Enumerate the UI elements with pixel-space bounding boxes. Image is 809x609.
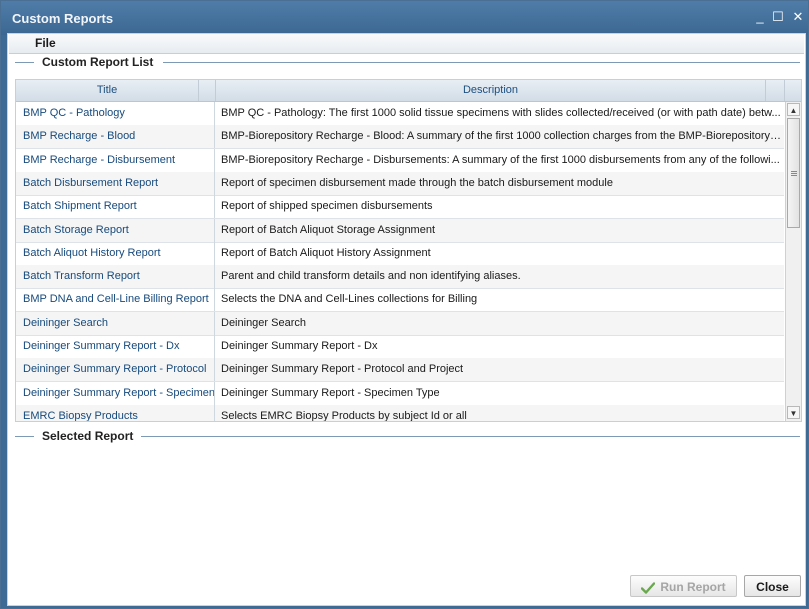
row-description: Report of specimen disbursement made thr…: [221, 176, 613, 189]
table-row[interactable]: EMRC Biopsy Products Selects EMRC Biopsy …: [16, 404, 784, 421]
row-description: Report of shipped specimen disbursements: [221, 200, 433, 213]
row-description: BMP QC - Pathology: The first 1000 solid…: [221, 107, 781, 119]
table-row[interactable]: Batch Aliquot History Report Report of Ba…: [16, 241, 784, 266]
row-description: Deininger Search: [221, 316, 306, 329]
close-window-icon[interactable]: ✕: [790, 9, 806, 25]
row-description: Deininger Summary Report - Specimen Type: [221, 386, 440, 399]
row-description: Report of Batch Aliquot Storage Assignme…: [221, 223, 436, 236]
table-row[interactable]: Deininger Summary Report - Dx Deininger S…: [16, 335, 784, 359]
row-title: Deininger Summary Report - Dx: [16, 335, 215, 358]
report-list-grid: Title Description BMP QC - Pathology BMP …: [15, 79, 802, 422]
scroll-down-icon[interactable]: ▼: [787, 406, 800, 419]
grid-rows: BMP QC - Pathology BMP QC - Pathology: Th…: [16, 102, 784, 421]
row-title: Deininger Summary Report - Specimen Type: [16, 381, 215, 405]
close-button[interactable]: Close: [744, 575, 801, 597]
row-title: BMP Recharge - Disbursement: [16, 148, 215, 172]
row-description: BMP-Biorepository Recharge - Blood: A su…: [221, 130, 783, 143]
report-list-legend: Custom Report List: [15, 55, 800, 69]
minimize-icon[interactable]: _: [752, 9, 768, 25]
column-header-description-menu[interactable]: [766, 80, 785, 101]
table-row[interactable]: Deininger Summary Report - Specimen Type…: [16, 381, 784, 406]
row-description: Deininger Summary Report - Dx: [221, 340, 378, 352]
table-row[interactable]: BMP DNA and Cell-Line Billing Report Sele…: [16, 288, 784, 313]
row-title: Deininger Summary Report - Protocol: [16, 358, 215, 382]
row-title: Batch Disbursement Report: [16, 171, 215, 195]
row-title: Batch Shipment Report: [16, 195, 215, 219]
run-report-button[interactable]: Run Report: [630, 575, 737, 597]
row-title: Batch Transform Report: [16, 265, 215, 289]
row-description: Parent and child transform details and n…: [221, 270, 521, 283]
column-header-title[interactable]: Title: [16, 80, 199, 101]
row-title: BMP DNA and Cell-Line Billing Report: [16, 288, 215, 312]
table-row[interactable]: BMP Recharge - Disbursement BMP-Bioreposi…: [16, 148, 784, 173]
maximize-icon[interactable]: ☐: [770, 9, 786, 25]
run-report-label: Run Report: [660, 580, 726, 594]
table-row[interactable]: Batch Shipment Report Report of shipped s…: [16, 195, 784, 220]
row-description: Report of Batch Aliquot History Assignme…: [221, 246, 431, 259]
row-title: Batch Storage Report: [16, 218, 215, 242]
row-description: Selects EMRC Biopsy Products by subject …: [221, 409, 467, 421]
checkmark-icon: [641, 582, 656, 594]
selected-report-legend: Selected Report: [15, 429, 800, 443]
grid-header: Title Description: [16, 80, 801, 102]
custom-reports-window: Custom Reports _ ☐ ✕ File Custom Report …: [0, 0, 809, 609]
title-bar[interactable]: Custom Reports _ ☐ ✕: [1, 1, 808, 35]
row-description: Deininger Summary Report - Protocol and …: [221, 363, 464, 376]
scroll-thumb[interactable]: [787, 118, 800, 228]
row-title: BMP QC - Pathology: [16, 102, 215, 125]
table-row[interactable]: Batch Storage Report Report of Batch Aliq…: [16, 218, 784, 243]
window-body: File Custom Report List Title Descriptio…: [7, 33, 806, 606]
window-title: Custom Reports: [12, 11, 114, 26]
selected-report-legend-text: Selected Report: [42, 429, 134, 443]
table-row[interactable]: Batch Transform Report Parent and child t…: [16, 265, 784, 290]
menu-bar: File: [9, 34, 804, 54]
table-row[interactable]: Deininger Summary Report - Protocol Deini…: [16, 358, 784, 383]
report-list-legend-text: Custom Report List: [42, 55, 154, 69]
column-header-title-menu[interactable]: [199, 80, 216, 101]
scroll-up-icon[interactable]: ▲: [787, 103, 800, 116]
row-title: Batch Aliquot History Report: [16, 241, 215, 265]
row-title: BMP Recharge - Blood: [16, 125, 215, 149]
row-description: Selects the DNA and Cell-Lines collectio…: [221, 293, 478, 306]
table-row[interactable]: Deininger Search Deininger Search: [16, 311, 784, 336]
row-title: Deininger Search: [16, 311, 215, 335]
table-row[interactable]: BMP QC - Pathology BMP QC - Pathology: Th…: [16, 102, 784, 126]
menu-file[interactable]: File: [35, 36, 56, 50]
grid-scrollbar[interactable]: ▲ ▼: [785, 102, 801, 421]
table-row[interactable]: BMP Recharge - Blood BMP-Biorepository Re…: [16, 125, 784, 150]
table-row[interactable]: Batch Disbursement Report Report of speci…: [16, 171, 784, 196]
row-title: EMRC Biopsy Products: [16, 404, 215, 421]
row-description: BMP-Biorepository Recharge - Disbursemen…: [221, 153, 780, 166]
column-header-description[interactable]: Description: [216, 80, 766, 101]
